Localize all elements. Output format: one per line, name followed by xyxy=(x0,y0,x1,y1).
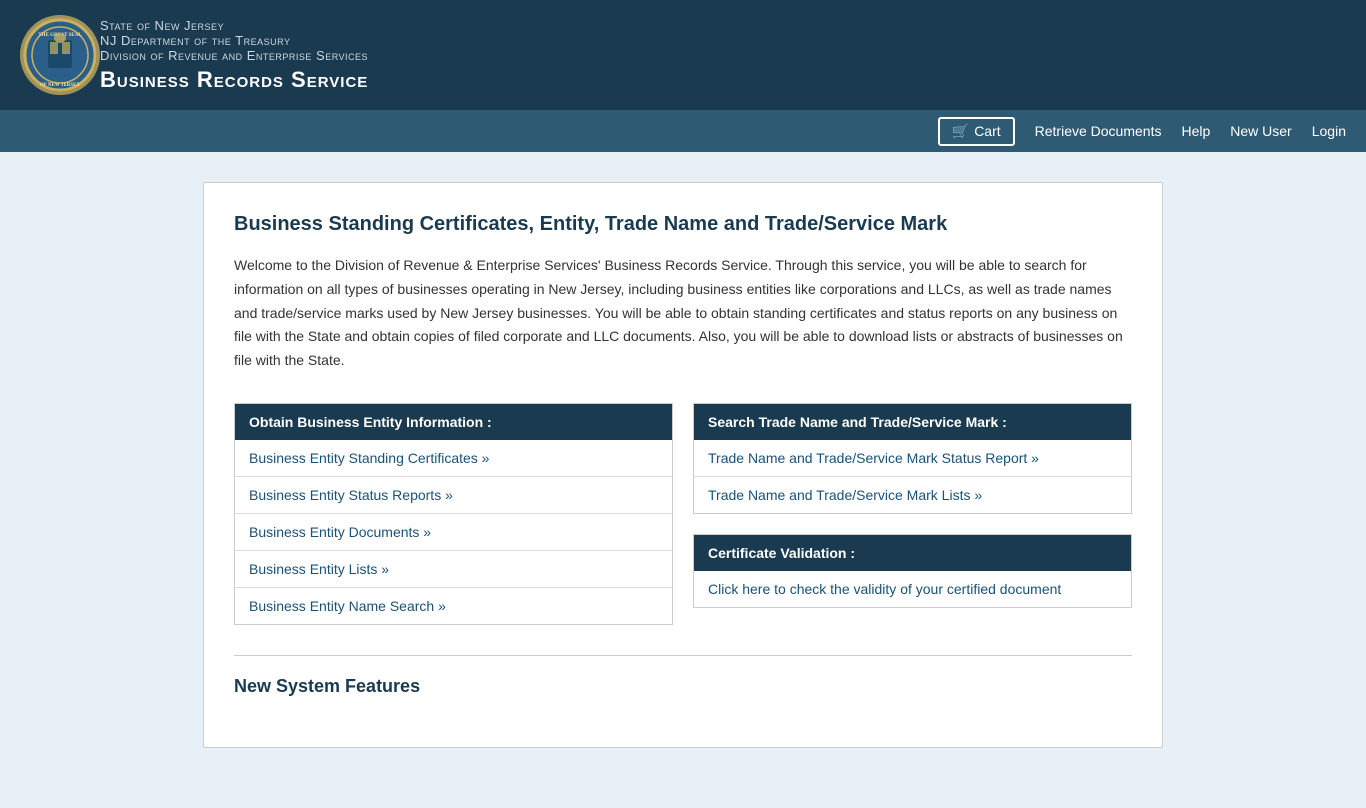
certificate-validation-links: Click here to check the validity of your… xyxy=(694,571,1131,607)
nav-help[interactable]: Help xyxy=(1181,123,1210,139)
certificate-validation-section: Certificate Validation : Click here to c… xyxy=(693,534,1132,608)
trade-name-section: Search Trade Name and Trade/Service Mark… xyxy=(693,403,1132,514)
intro-paragraph: Welcome to the Division of Revenue & Ent… xyxy=(234,254,1132,373)
list-item: Click here to check the validity of your… xyxy=(694,571,1131,607)
link-trade-name-lists[interactable]: Trade Name and Trade/Service Mark Lists … xyxy=(708,487,982,503)
list-item: Trade Name and Trade/Service Mark Lists … xyxy=(694,477,1131,513)
link-status-reports[interactable]: Business Entity Status Reports » xyxy=(249,487,453,503)
nav-login[interactable]: Login xyxy=(1312,123,1346,139)
link-trade-name-status-report[interactable]: Trade Name and Trade/Service Mark Status… xyxy=(708,450,1039,466)
cart-button[interactable]: 🛒 Cart xyxy=(938,117,1015,146)
list-item: Trade Name and Trade/Service Mark Status… xyxy=(694,440,1131,477)
obtain-entity-info-links: Business Entity Standing Certificates » … xyxy=(235,440,672,624)
link-standing-certificates[interactable]: Business Entity Standing Certificates » xyxy=(249,450,489,466)
trade-name-links: Trade Name and Trade/Service Mark Status… xyxy=(694,440,1131,513)
content-grid: Obtain Business Entity Information : Bus… xyxy=(234,403,1132,625)
list-item: Business Entity Name Search » xyxy=(235,588,672,624)
page-title: Business Standing Certificates, Entity, … xyxy=(234,213,1132,236)
main-content: Business Standing Certificates, Entity, … xyxy=(203,182,1163,748)
obtain-entity-info-header: Obtain Business Entity Information : xyxy=(235,404,672,440)
new-features-section: New System Features xyxy=(234,655,1132,697)
list-item: Business Entity Documents » xyxy=(235,514,672,551)
header-line1: State of New Jersey xyxy=(100,18,368,33)
nav-retrieve-documents[interactable]: Retrieve Documents xyxy=(1035,123,1162,139)
nav-new-user[interactable]: New User xyxy=(1230,123,1291,139)
obtain-entity-info-section: Obtain Business Entity Information : Bus… xyxy=(234,403,673,625)
link-documents[interactable]: Business Entity Documents » xyxy=(249,524,431,540)
list-item: Business Entity Lists » xyxy=(235,551,672,588)
header-text-block: State of New Jersey NJ Department of the… xyxy=(100,18,368,93)
cart-icon: 🛒 xyxy=(952,123,969,140)
svg-text:OF NEW JERSEY: OF NEW JERSEY xyxy=(40,83,81,88)
trade-name-header: Search Trade Name and Trade/Service Mark… xyxy=(694,404,1131,440)
list-item: Business Entity Status Reports » xyxy=(235,477,672,514)
header-line2: NJ Department of the Treasury xyxy=(100,33,368,48)
right-column: Search Trade Name and Trade/Service Mark… xyxy=(693,403,1132,625)
main-navbar: 🛒 Cart Retrieve Documents Help New User … xyxy=(0,110,1366,152)
header-line3: Division of Revenue and Enterprise Servi… xyxy=(100,48,368,63)
link-lists[interactable]: Business Entity Lists » xyxy=(249,561,389,577)
link-name-search[interactable]: Business Entity Name Search » xyxy=(249,598,446,614)
link-certificate-validity[interactable]: Click here to check the validity of your… xyxy=(708,581,1061,597)
certificate-validation-header: Certificate Validation : xyxy=(694,535,1131,571)
site-header: THE GREAT SEAL OF NEW JERSEY State of Ne… xyxy=(0,0,1366,110)
header-line4: Business Records Service xyxy=(100,67,368,93)
cart-label: Cart xyxy=(974,123,1000,139)
new-features-title: New System Features xyxy=(234,655,1132,697)
list-item: Business Entity Standing Certificates » xyxy=(235,440,672,477)
nj-seal: THE GREAT SEAL OF NEW JERSEY xyxy=(20,15,100,95)
